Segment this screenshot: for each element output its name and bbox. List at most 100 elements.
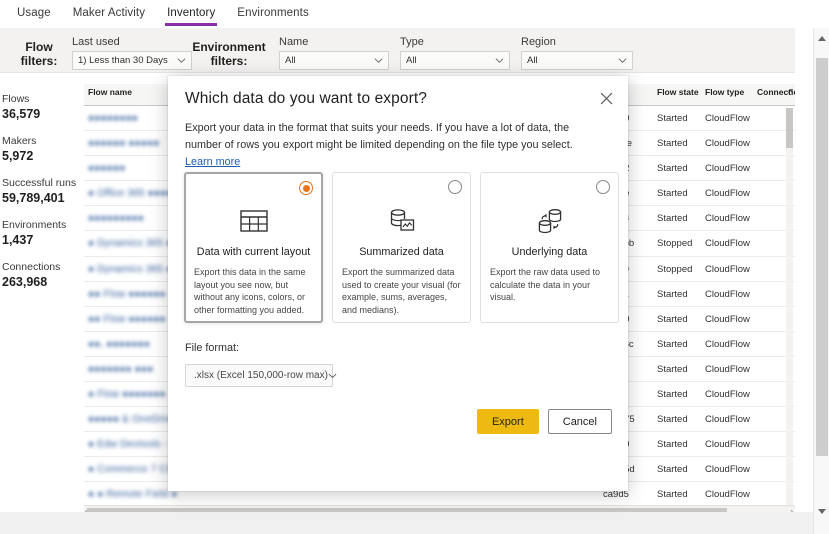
tab-maker-activity[interactable]: Maker Activity [62, 3, 156, 26]
database-sync-icon [490, 198, 609, 244]
cell-flow-name: ● Office 365 ●●●● [88, 188, 173, 200]
environment-filters-title-line2: filters: [210, 54, 248, 68]
table-scroll-thumb[interactable] [786, 108, 793, 148]
cell-flow-state: Started [657, 138, 688, 150]
kpi-connections-label: Connections [2, 261, 61, 273]
page-vertical-scrollbar[interactable] [813, 28, 829, 534]
cell-flow-type: CloudFlow [705, 489, 750, 501]
scroll-down-icon[interactable] [818, 509, 826, 514]
cell-flow-type: CloudFlow [705, 389, 750, 401]
export-option-current-layout[interactable]: Data with current layout Export this dat… [184, 172, 323, 323]
close-icon[interactable] [593, 86, 619, 110]
export-option-underlying[interactable]: Underlying data Export the raw data used… [480, 172, 619, 323]
export-option-summarized[interactable]: Summarized data Export the summarized da… [332, 172, 471, 323]
cancel-button[interactable]: Cancel [547, 409, 612, 434]
cell-flow-type: CloudFlow [705, 464, 750, 476]
cell-flow-type: CloudFlow [705, 188, 750, 200]
column-header-flow-name[interactable]: Flow name [88, 87, 132, 97]
cell-flow-state: Started [657, 288, 688, 300]
cell-flow-state: Started [657, 489, 688, 501]
export-button[interactable]: Export [476, 409, 539, 434]
kpi-environments-value: 1,437 [2, 233, 34, 247]
cell-flow-type: CloudFlow [705, 138, 750, 150]
filter-type: Type All [400, 36, 510, 70]
cell-flow-type: CloudFlow [705, 338, 750, 350]
filter-name-label: Name [279, 36, 309, 48]
export-option-current-layout-desc: Export this data in the same layout you … [194, 267, 306, 315]
filter-region-value: All [527, 55, 538, 66]
table-grid-icon [194, 198, 313, 244]
filter-type-select[interactable]: All [400, 51, 510, 70]
dialog-description-text: Export your data in the format that suit… [185, 122, 573, 151]
cell-flow-state: Started [657, 389, 688, 401]
file-format-select[interactable]: .xlsx (Excel 150,000-row max) [185, 364, 337, 387]
cell-flow-name: ●●●●●● ●●●●● [88, 138, 160, 150]
filter-type-value: All [406, 55, 417, 66]
kpi-makers: Makers 5,972 [0, 134, 84, 165]
file-format-value: .xlsx (Excel 150,000-row max) [194, 370, 328, 381]
cell-flow-state: Stopped [657, 263, 693, 275]
export-option-underlying-title: Underlying data [511, 246, 588, 258]
filter-last-used-select[interactable]: 1) Less than 30 Days [72, 51, 192, 70]
filter-last-used-value: 1) Less than 30 Days [78, 55, 168, 66]
cell-flow-name: ●●●●●●●●● [88, 213, 145, 225]
radio-summarized[interactable] [448, 180, 462, 194]
tab-inventory[interactable]: Inventory [156, 3, 226, 26]
flow-filters-title-line2: filters: [20, 54, 58, 68]
kpi-makers-label: Makers [2, 135, 37, 147]
filter-name: Name All [279, 36, 389, 70]
kpi-summary-column: Flows 36,579 Makers 5,972 Successful run… [0, 92, 84, 302]
tab-environments-label: Environments [237, 6, 309, 19]
cell-flow-state: Started [657, 338, 688, 350]
radio-underlying[interactable] [596, 180, 610, 194]
filter-region-select[interactable]: All [521, 51, 633, 70]
cell-flow-state: Started [657, 439, 688, 451]
sort-indicator-icon: ^ [788, 87, 793, 97]
filter-bar: Flow filters: Last used 1) Less than 30 … [0, 28, 795, 73]
cell-flow-state: Started [657, 213, 688, 225]
environment-filters-title: Environment filters: [186, 40, 272, 68]
cell-flow-name: ● Flow ●●●●●●● [88, 389, 166, 401]
table-vertical-scrollbar[interactable] [786, 108, 793, 513]
export-option-cards: Data with current layout Export this dat… [184, 172, 620, 323]
tab-usage-label: Usage [17, 6, 51, 19]
kpi-environments: Environments 1,437 [0, 218, 84, 249]
cell-flow-name: ● Edw Devtools - ● [88, 439, 177, 451]
dialog-action-buttons: Export Cancel [476, 409, 612, 434]
cell-flow-name: ●●●●●●● ●●● [88, 363, 154, 375]
cell-flow-id: ca9d5 [603, 489, 629, 501]
cell-flow-state: Started [657, 313, 688, 325]
export-option-summarized-title: Summarized data [359, 246, 444, 258]
cell-flow-name: ●●, ●●●●●●● [88, 338, 151, 350]
cell-flow-type: CloudFlow [705, 288, 750, 300]
chevron-down-icon [328, 371, 337, 380]
flow-filters-title-line1: Flow [25, 40, 53, 54]
cell-flow-type: CloudFlow [705, 363, 750, 375]
environment-filters-title-line1: Environment [192, 40, 266, 54]
cell-flow-state: Started [657, 414, 688, 426]
kpi-successful-runs: Successful runs 59,789,401 [0, 176, 84, 207]
learn-more-link[interactable]: Learn more [185, 156, 240, 168]
export-option-current-layout-title: Data with current layout [196, 246, 311, 258]
cell-flow-type: CloudFlow [705, 213, 750, 225]
tab-environments[interactable]: Environments [226, 3, 320, 26]
column-header-flow-state[interactable]: Flow state [657, 87, 699, 97]
kpi-environments-label: Environments [2, 219, 67, 231]
page-scroll-thumb[interactable] [816, 58, 828, 456]
kpi-connections: Connections 263,968 [0, 260, 84, 291]
cell-flow-name: ●●●●● & OneDrive [88, 414, 176, 426]
kpi-flows-value: 36,579 [2, 107, 41, 121]
filter-region-label: Region [521, 36, 556, 48]
radio-current-layout[interactable] [299, 181, 313, 195]
kpi-successful-runs-label: Successful runs [2, 177, 77, 189]
cell-flow-state: Started [657, 113, 688, 124]
chevron-down-icon [618, 56, 627, 65]
top-navigation-tabs: Usage Maker Activity Inventory Environme… [0, 0, 829, 28]
kpi-makers-value: 5,972 [2, 149, 34, 163]
scroll-up-icon[interactable] [818, 36, 826, 41]
column-header-flow-type[interactable]: Flow type [705, 87, 744, 97]
cell-flow-name: ● ● Remote Field ● [88, 489, 178, 501]
tab-maker-activity-label: Maker Activity [72, 6, 146, 19]
tab-usage[interactable]: Usage [6, 3, 62, 26]
filter-name-select[interactable]: All [279, 51, 389, 70]
